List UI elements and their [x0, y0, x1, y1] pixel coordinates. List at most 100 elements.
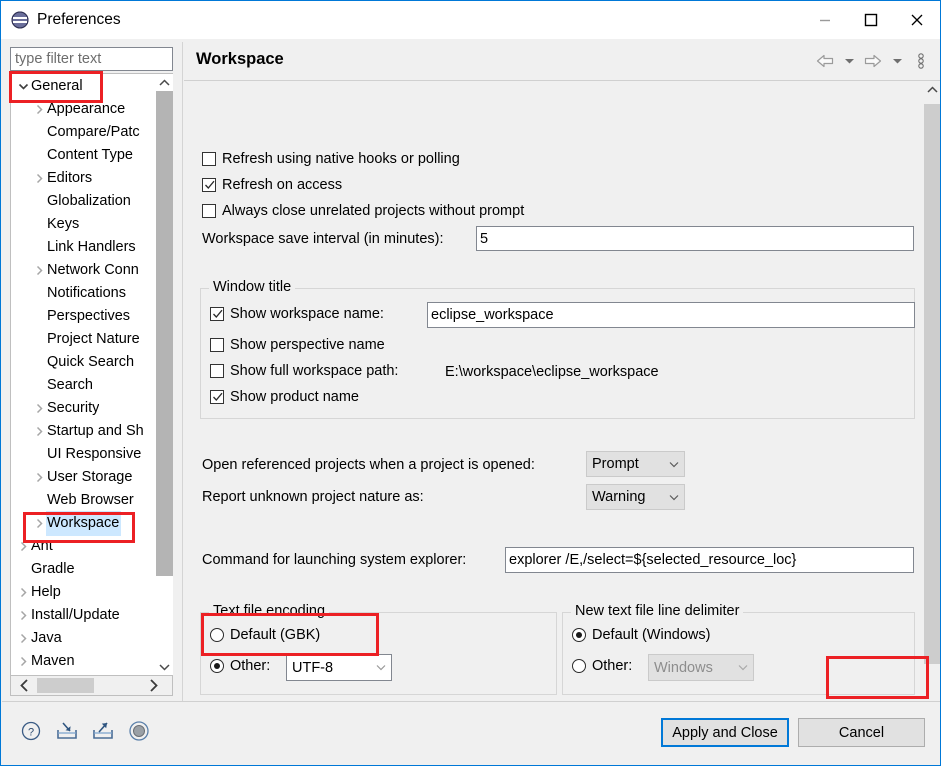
sidebar-item-notifications[interactable]: Notifications [11, 282, 156, 305]
forward-dropdown-icon[interactable] [886, 50, 908, 72]
sidebar-item-label: Notifications [47, 285, 126, 301]
sidebar-item-label: Search [47, 377, 93, 393]
save-interval-label: Workspace save interval (in minutes): [202, 231, 444, 247]
forward-icon[interactable] [862, 50, 884, 72]
sidebar-item-keys[interactable]: Keys [11, 213, 156, 236]
maximize-button[interactable] [848, 1, 894, 39]
sidebar-item-perspectives[interactable]: Perspectives [11, 305, 156, 328]
scroll-up-icon[interactable] [924, 81, 940, 98]
sidebar-item-quick-search[interactable]: Quick Search [11, 351, 156, 374]
sidebar-item-label: Install/Update [31, 607, 120, 623]
sidebar-item-maven[interactable]: Maven [11, 650, 156, 673]
sidebar-item-editors[interactable]: Editors [11, 167, 156, 190]
tree-vertical-scrollbar[interactable] [156, 74, 173, 675]
sidebar-item-globalization[interactable]: Globalization [11, 190, 156, 213]
help-icon[interactable]: ? [18, 718, 44, 744]
sidebar-item-startup-and-sh[interactable]: Startup and Sh [11, 420, 156, 443]
checkbox-box [202, 204, 216, 218]
sidebar-item-help[interactable]: Help [11, 581, 156, 604]
system-explorer-label: Command for launching system explorer: [202, 552, 467, 568]
radio-delimiter-other[interactable]: Other: [572, 658, 632, 674]
back-dropdown-icon[interactable] [838, 50, 860, 72]
tree-horizontal-scrollbar[interactable] [10, 676, 173, 696]
checkbox-show-perspective-name[interactable]: Show perspective name [210, 337, 385, 353]
workspace-name-input[interactable] [427, 302, 915, 328]
chevron-right-icon[interactable] [31, 403, 47, 414]
sidebar-item-web-browser[interactable]: Web Browser [11, 489, 156, 512]
sidebar-item-install-update[interactable]: Install/Update [11, 604, 156, 627]
radio-delimiter-default[interactable]: Default (Windows) [572, 627, 710, 643]
scroll-left-icon[interactable] [13, 676, 35, 694]
sidebar-item-network-conn[interactable]: Network Conn [11, 259, 156, 282]
page-title: Workspace [196, 50, 284, 68]
chevron-right-icon[interactable] [31, 472, 47, 483]
chevron-right-icon[interactable] [31, 173, 47, 184]
checkbox-refresh-on-access[interactable]: Refresh on access [202, 177, 342, 193]
sidebar-item-general[interactable]: General [11, 75, 156, 98]
preferences-tree[interactable]: General Appearance Compare/Patc Content Typ… [10, 73, 173, 676]
open-referenced-dropdown[interactable]: Prompt [586, 451, 685, 477]
radio-encoding-other[interactable]: Other: [210, 658, 270, 674]
tree-scroll-thumb[interactable] [156, 91, 173, 576]
checkbox-always-close-unrelated[interactable]: Always close unrelated projects without … [202, 203, 524, 219]
chevron-right-icon[interactable] [31, 426, 47, 437]
sidebar-item-label: Java [31, 630, 62, 646]
search-input[interactable] [10, 47, 173, 71]
checkbox-show-product-name[interactable]: Show product name [210, 389, 359, 405]
report-nature-dropdown[interactable]: Warning [586, 484, 685, 510]
radio-encoding-default[interactable]: Default (GBK) [210, 627, 320, 643]
sidebar-item-link-handlers[interactable]: Link Handlers [11, 236, 156, 259]
full-workspace-path-value: E:\workspace\eclipse_workspace [445, 364, 659, 380]
chevron-right-icon[interactable] [15, 610, 31, 621]
chevron-right-icon[interactable] [15, 541, 31, 552]
view-menu-icon[interactable] [910, 50, 932, 72]
sidebar-item-project-nature[interactable]: Project Nature [11, 328, 156, 351]
sidebar-item-workspace[interactable]: Workspace [11, 511, 156, 536]
scroll-up-icon[interactable] [156, 74, 173, 91]
chevron-right-icon[interactable] [31, 518, 47, 529]
import-icon[interactable] [54, 718, 80, 744]
chevron-right-icon[interactable] [31, 265, 47, 276]
save-interval-input[interactable] [476, 226, 914, 251]
system-explorer-input[interactable] [505, 547, 914, 573]
dropdown-value: Warning [592, 489, 646, 505]
sidebar-item-ant[interactable]: Ant [11, 535, 156, 558]
sidebar-item-appearance[interactable]: Appearance [11, 98, 156, 121]
page-scroll-thumb[interactable] [924, 104, 940, 664]
scroll-down-icon[interactable] [156, 658, 173, 675]
checkbox-label: Refresh using native hooks or polling [222, 151, 460, 167]
chevron-right-icon[interactable] [31, 104, 47, 115]
sidebar-item-label: Web Browser [47, 492, 134, 508]
chevron-right-icon[interactable] [15, 633, 31, 644]
chevron-down-icon[interactable] [15, 82, 31, 91]
sidebar-item-content-type[interactable]: Content Type [11, 144, 156, 167]
page-body: Refresh using native hooks or polling Re… [184, 81, 940, 700]
checkbox-refresh-native-hooks[interactable]: Refresh using native hooks or polling [202, 151, 460, 167]
sidebar-item-user-storage[interactable]: User Storage [11, 466, 156, 489]
dialog-footer: ? Apply and Close Cancel [2, 701, 940, 765]
minimize-button[interactable] [802, 1, 848, 39]
apply-and-close-button[interactable]: Apply and Close [661, 718, 789, 747]
cancel-button[interactable]: Cancel [798, 718, 925, 747]
sidebar-item-search[interactable]: Search [11, 374, 156, 397]
radio-circle [210, 628, 224, 642]
sidebar-item-java[interactable]: Java [11, 627, 156, 650]
checkbox-show-workspace-name[interactable]: Show workspace name: [210, 306, 384, 322]
sidebar-item-gradle[interactable]: Gradle [11, 558, 156, 581]
close-button[interactable] [894, 1, 940, 39]
scroll-right-icon[interactable] [142, 676, 164, 694]
checkbox-box [210, 390, 224, 404]
sidebar-item-security[interactable]: Security [11, 397, 156, 420]
encoding-other-combo[interactable]: UTF-8 [286, 654, 392, 681]
radio-label: Other: [230, 658, 271, 674]
tree-hscroll-thumb[interactable] [37, 678, 94, 693]
chevron-right-icon[interactable] [15, 656, 31, 667]
sidebar-item-ui-responsive[interactable]: UI Responsive [11, 443, 156, 466]
chevron-right-icon[interactable] [15, 587, 31, 598]
export-icon[interactable] [90, 718, 116, 744]
checkbox-show-full-workspace-path[interactable]: Show full workspace path: [210, 363, 398, 379]
back-icon[interactable] [814, 50, 836, 72]
page-vertical-scrollbar[interactable] [924, 81, 940, 700]
sidebar-item-compare-patc[interactable]: Compare/Patc [11, 121, 156, 144]
oomph-preferences-icon[interactable] [126, 718, 152, 744]
